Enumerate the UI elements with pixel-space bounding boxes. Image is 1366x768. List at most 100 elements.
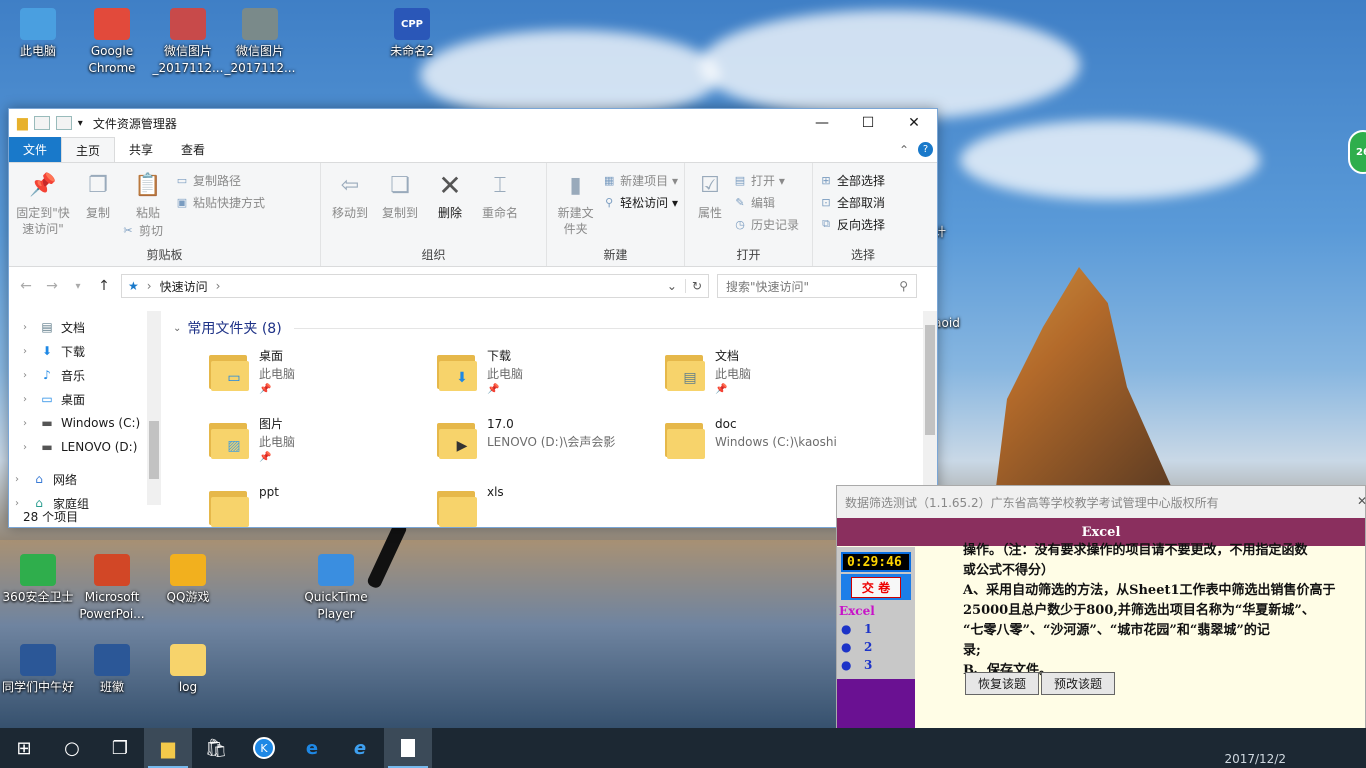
clock-date[interactable]: 2017/12/2 bbox=[1224, 752, 1286, 766]
explorer-titlebar[interactable]: ▆ ▾ 文件资源管理器 — ☐ ✕ bbox=[9, 109, 937, 137]
exam-close-icon[interactable]: ✕ bbox=[1357, 494, 1366, 508]
store-icon[interactable]: 🛍 bbox=[192, 728, 240, 768]
desktop-icon[interactable]: log bbox=[150, 644, 226, 696]
computer-icon bbox=[20, 8, 56, 40]
restore-question-button[interactable]: 恢复该题 bbox=[965, 672, 1040, 695]
copy-to-button[interactable]: ❏ 复制到 bbox=[377, 167, 423, 248]
submit-exam-button[interactable]: 交 卷 bbox=[841, 574, 911, 600]
preview-question-button[interactable]: 预改该题 bbox=[1041, 672, 1116, 695]
folder-item[interactable]: ⬇ 下载 此电脑 📌 bbox=[437, 347, 665, 405]
sidebar-item[interactable]: › ▭ 桌面 bbox=[9, 387, 161, 411]
sidebar-item[interactable]: › ▤ 文档 bbox=[9, 315, 161, 339]
tab-view[interactable]: 查看 bbox=[167, 137, 219, 162]
folder-item[interactable]: doc Windows (C:)\kaoshi bbox=[665, 415, 893, 473]
copy-button[interactable]: ❐ 复制 bbox=[75, 167, 121, 248]
copy-icon: ❐ bbox=[88, 173, 108, 198]
desktop-icon[interactable]: QuickTime Player bbox=[298, 554, 374, 623]
up-arrow-icon[interactable]: ↑ bbox=[95, 278, 113, 294]
maximize-button[interactable]: ☐ bbox=[845, 109, 891, 137]
open-button[interactable]: ▤ 打开 ▾ bbox=[733, 171, 799, 189]
question-item[interactable]: ● 1 bbox=[841, 622, 915, 636]
chevron-right-icon[interactable]: › bbox=[23, 370, 33, 381]
breadcrumb[interactable]: 快速访问 bbox=[160, 278, 208, 295]
exam-titlebar[interactable]: 数据筛选测试（1.1.65.2）广东省高等学校教学考试管理中心版权所有 ✕ bbox=[837, 486, 1366, 518]
back-arrow-icon[interactable]: ← bbox=[17, 278, 35, 294]
desktop-icon[interactable]: 微信图片_2017112... bbox=[150, 8, 226, 77]
sidebar-item[interactable]: › ⌂ 网络 bbox=[9, 467, 161, 491]
close-button[interactable]: ✕ bbox=[891, 109, 937, 137]
ie-icon[interactable]: e bbox=[336, 728, 384, 768]
desktop-icon[interactable]: 班徽 bbox=[74, 644, 150, 696]
address-dropdown-icon[interactable]: ⌄ bbox=[667, 279, 677, 293]
copy-path-button[interactable]: ▭ 复制路径 bbox=[175, 171, 265, 189]
chevron-right-icon[interactable]: › bbox=[23, 418, 33, 429]
sidebar-item[interactable]: › ▬ LENOVO (D:) bbox=[9, 435, 161, 459]
file-explorer-icon[interactable]: ▆ bbox=[144, 728, 192, 768]
desktop-icon[interactable]: 微信图片_2017112... bbox=[222, 8, 298, 77]
delete-button[interactable]: ✕ 删除 bbox=[427, 167, 473, 248]
folder-location: 此电脑 bbox=[259, 435, 296, 449]
section-header[interactable]: ⌄ 常用文件夹 (8) bbox=[173, 317, 925, 339]
sidebar-item[interactable]: › ▬ Windows (C:) bbox=[9, 411, 161, 435]
document-icon[interactable] bbox=[384, 728, 432, 768]
desktop-icon[interactable]: Google Chrome bbox=[74, 8, 150, 77]
paste-shortcut-button[interactable]: ▣ 粘贴快捷方式 bbox=[175, 193, 265, 211]
select-none-button[interactable]: ⊡ 全部取消 bbox=[819, 193, 885, 211]
tab-share[interactable]: 共享 bbox=[115, 137, 167, 162]
chevron-right-icon[interactable]: › bbox=[23, 346, 33, 357]
folder-item[interactable]: ▤ 文档 此电脑 📌 bbox=[665, 347, 893, 405]
desktop-icon-label: 此电脑 bbox=[19, 44, 56, 58]
cortana-icon[interactable]: ○ bbox=[48, 728, 96, 768]
question-item[interactable]: ● 3 bbox=[841, 658, 915, 672]
sidebar-item[interactable]: › ♪ 音乐 bbox=[9, 363, 161, 387]
pin-quick-access-button[interactable]: 📌 固定到"快速访问" bbox=[15, 167, 71, 248]
new-folder-button[interactable]: ▮ 新建文件夹 bbox=[553, 167, 598, 248]
new-item-button[interactable]: ▦ 新建项目 ▾ bbox=[602, 171, 678, 189]
content-pane: ⌄ 常用文件夹 (8) ▭ 桌面 此电脑 📌 ⬇ 下载 此电脑 📌 ▤ 文档 此电脑 📌 ▨ 图片 此电脑 📌… bbox=[161, 311, 937, 527]
folder-item[interactable]: ▭ 桌面 此电脑 📌 bbox=[209, 347, 437, 405]
k-app-icon[interactable]: K bbox=[240, 728, 288, 768]
tab-home[interactable]: 主页 bbox=[61, 137, 116, 162]
tab-file[interactable]: 文件 bbox=[9, 137, 62, 162]
question-item[interactable]: ● 2 bbox=[841, 640, 915, 654]
content-scrollbar[interactable] bbox=[923, 311, 937, 505]
invert-selection-button[interactable]: ⧉ 反向选择 bbox=[819, 215, 885, 233]
chevron-right-icon[interactable]: › bbox=[23, 322, 33, 333]
select-all-button[interactable]: ⊞ 全部选择 bbox=[819, 171, 885, 189]
cut-button[interactable]: ✂ 剪切 bbox=[121, 221, 265, 239]
edge-icon[interactable]: e bbox=[288, 728, 336, 768]
refresh-icon[interactable]: ↻ bbox=[684, 279, 702, 293]
windows-start-icon[interactable]: ⊞ bbox=[0, 728, 48, 768]
new-folder-quick-button[interactable] bbox=[55, 116, 72, 130]
easy-access-button[interactable]: ⚲ 轻松访问 ▾ bbox=[602, 193, 678, 211]
rename-button[interactable]: ⌶ 重命名 bbox=[477, 167, 523, 248]
folder-item[interactable]: ▶ 17.0 LENOVO (D:)\会声会影 bbox=[437, 415, 665, 473]
minimize-button[interactable]: — bbox=[799, 109, 845, 137]
desktop-icon[interactable]: CPP 未命名2 bbox=[374, 8, 450, 60]
ribbon-collapse-icon[interactable]: ⌃ bbox=[899, 143, 909, 157]
desktop-icon[interactable]: 此电脑 bbox=[0, 8, 76, 60]
search-input[interactable]: 搜索"快速访问" ⚲ bbox=[717, 274, 917, 298]
sidebar-item[interactable]: › ⬇ 下载 bbox=[9, 339, 161, 363]
move-to-button[interactable]: ⇦ 移动到 bbox=[327, 167, 373, 248]
forward-arrow-icon[interactable]: → bbox=[43, 278, 61, 294]
desktop-icon[interactable]: Microsoft PowerPoi... bbox=[74, 554, 150, 623]
task-view-icon[interactable]: ❐ bbox=[96, 728, 144, 768]
quick-access-dropdown-icon[interactable]: ▾ bbox=[78, 118, 83, 129]
recent-dropdown-icon[interactable]: ▾ bbox=[69, 281, 87, 292]
address-bar[interactable]: ★ › 快速访问 › ⌄ ↻ bbox=[121, 274, 709, 298]
desktop-icon[interactable]: 同学们中午好 bbox=[0, 644, 76, 696]
help-icon[interactable]: ? bbox=[918, 142, 933, 157]
properties-quick-button[interactable] bbox=[33, 116, 50, 130]
properties-button[interactable]: ☑ 属性 bbox=[691, 167, 729, 248]
side-floating-badge[interactable]: 26 bbox=[1348, 130, 1366, 174]
edit-button[interactable]: ✎ 编辑 bbox=[733, 193, 799, 211]
chevron-right-icon[interactable]: › bbox=[23, 442, 33, 453]
chevron-right-icon[interactable]: › bbox=[15, 474, 25, 485]
desktop-icon[interactable]: 360安全卫士 bbox=[0, 554, 76, 606]
desktop-icon[interactable]: QQ游戏 bbox=[150, 554, 226, 606]
chevron-right-icon[interactable]: › bbox=[23, 394, 33, 405]
nav-scrollbar[interactable] bbox=[147, 311, 161, 505]
folder-item[interactable]: ▨ 图片 此电脑 📌 bbox=[209, 415, 437, 473]
history-button[interactable]: ◷ 历史记录 bbox=[733, 215, 799, 233]
